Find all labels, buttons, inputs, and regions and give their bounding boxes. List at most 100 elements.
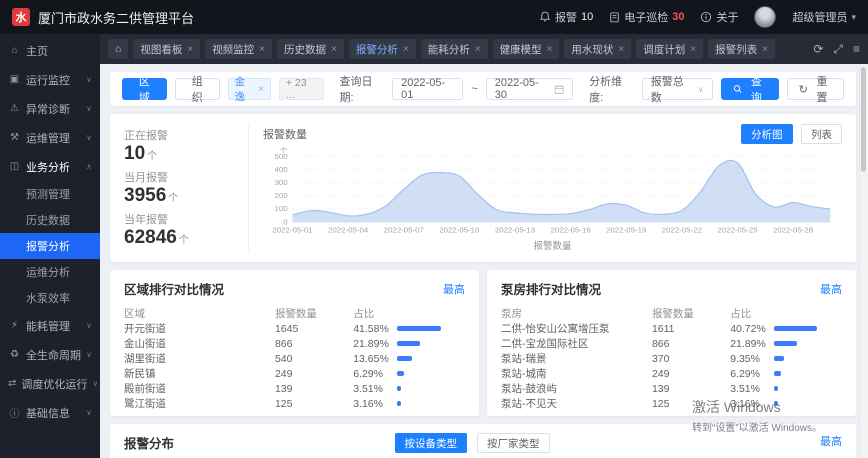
region-filter-button[interactable]: 区域 xyxy=(122,76,167,104)
submenu-history-data[interactable]: 历史数据 xyxy=(0,207,100,233)
close-icon[interactable]: × xyxy=(331,44,337,55)
tabbar-tools: ⟳ ⤢ ≡ xyxy=(813,42,860,57)
table-row[interactable]: 鹭江街道 125 3.16% xyxy=(124,396,465,411)
svg-text:2022-05-01: 2022-05-01 xyxy=(272,226,312,235)
chevron-down-icon: ∨ xyxy=(86,133,92,142)
percent-bar xyxy=(774,326,817,331)
chart-view-button[interactable]: 分析图 xyxy=(741,124,793,144)
submenu-alarm-analysis[interactable]: 报警分析 xyxy=(0,233,100,259)
close-icon[interactable]: × xyxy=(690,44,696,55)
search-button[interactable]: 查询 xyxy=(720,76,779,104)
tab-history-data[interactable]: 历史数据 × xyxy=(277,39,344,59)
avatar[interactable] xyxy=(754,6,777,28)
more-tags-badge[interactable]: + 23 ... xyxy=(278,77,324,101)
reset-button[interactable]: ↻ 重置 xyxy=(786,76,845,104)
table-row[interactable]: 二供-宝龙国际社区 866 21.89% xyxy=(501,336,842,351)
fullscreen-icon[interactable]: ⤢ xyxy=(833,42,843,57)
svg-text:2022-05-19: 2022-05-19 xyxy=(606,226,646,235)
tab-video-monitoring[interactable]: 视频监控 × xyxy=(205,39,273,59)
about-button[interactable]: 关于 xyxy=(700,9,738,25)
patrol-indicator[interactable]: 电子巡检 30 xyxy=(609,9,684,25)
user-menu[interactable]: 超级管理员 ▾ xyxy=(792,9,856,25)
column-header: 占比 xyxy=(353,308,375,320)
submenu-forecast-management[interactable]: 预测管理 xyxy=(0,181,100,207)
close-icon[interactable]: × xyxy=(547,44,553,55)
tab-alarm-analysis[interactable]: 报警分析 × xyxy=(348,39,416,59)
user-name: 超级管理员 xyxy=(792,12,848,24)
sidebar: ⌂ 主页 ▣ 运行监控 ∨ ⚠ 异常诊断 ∨ ⚒ 运维管理 ∨ ◫ 业务分析 ∧ xyxy=(0,34,100,458)
sidebar-item-lifecycle[interactable]: ♻ 全生命周期 ∨ xyxy=(0,340,100,369)
tab-alarm-list[interactable]: 报警列表 × xyxy=(708,39,775,59)
close-icon[interactable]: × xyxy=(403,44,409,55)
close-icon[interactable]: × xyxy=(762,44,768,55)
scrollbar-thumb[interactable] xyxy=(861,67,866,172)
refresh-icon[interactable]: ⟳ xyxy=(813,42,823,57)
selected-region-tag[interactable]: 金逸 × xyxy=(227,76,271,103)
by-device-type-button[interactable]: 按设备类型 xyxy=(394,433,467,453)
region-ranking-link[interactable]: 最高 xyxy=(443,281,465,297)
sidebar-item-dispatch-optimization[interactable]: ⇄ 调度优化运行 ∨ xyxy=(0,369,100,398)
end-date-input[interactable]: 2022-05-30 xyxy=(485,77,574,101)
close-icon[interactable]: × xyxy=(258,84,264,95)
chevron-down-icon: ∨ xyxy=(86,104,92,113)
sidebar-item-diagnosis[interactable]: ⚠ 异常诊断 ∨ xyxy=(0,94,100,123)
alarm-distribution-title: 报警分布 xyxy=(124,437,175,451)
tab-water-usage[interactable]: 用水现状 × xyxy=(564,39,632,59)
by-vendor-type-button[interactable]: 按厂家类型 xyxy=(477,433,550,453)
vertical-scrollbar[interactable] xyxy=(859,64,868,458)
org-filter-button[interactable]: 组织 xyxy=(174,76,220,104)
table-row[interactable]: 殿前街道 139 3.51% xyxy=(124,381,465,396)
svg-text:2022-05-16: 2022-05-16 xyxy=(551,226,591,235)
table-row[interactable]: 开元街道 1645 41.58% xyxy=(124,321,465,336)
svg-text:2022-05-13: 2022-05-13 xyxy=(495,226,535,235)
chevron-down-icon: ∨ xyxy=(86,350,92,359)
sidebar-item-ops-management[interactable]: ⚒ 运维管理 ∨ xyxy=(0,123,100,152)
table-row[interactable]: 泵站-城南 249 6.29% xyxy=(501,366,842,381)
svg-text:个: 个 xyxy=(280,146,288,155)
table-row[interactable]: 湖里街道 540 13.65% xyxy=(124,351,465,366)
table-row[interactable]: 二供-怡安山公寓增压泵 1611 40.72% xyxy=(501,321,842,336)
svg-text:2022-05-28: 2022-05-28 xyxy=(773,226,813,235)
sidebar-item-home[interactable]: ⌂ 主页 xyxy=(0,36,100,65)
sidebar-item-monitoring[interactable]: ▣ 运行监控 ∨ xyxy=(0,65,100,94)
menu-icon[interactable]: ≡ xyxy=(853,42,860,57)
alarm-distribution-link[interactable]: 最高 xyxy=(820,433,842,449)
svg-text:2022-05-22: 2022-05-22 xyxy=(662,226,702,235)
submenu-pump-efficiency[interactable]: 水泵效率 xyxy=(0,285,100,311)
table-row[interactable]: 新民镇 249 6.29% xyxy=(124,366,465,381)
column-header: 报警数量 xyxy=(274,308,317,320)
search-icon xyxy=(733,85,742,93)
alarm-indicator[interactable]: 报警 10 xyxy=(539,9,593,25)
patrol-count-badge: 30 xyxy=(672,11,685,23)
close-icon[interactable]: × xyxy=(618,44,624,55)
tab-dispatch-plan[interactable]: 调度计划 × xyxy=(636,39,704,59)
table-header: 区域 报警数量 占比 xyxy=(124,306,465,321)
swap-icon: ⇄ xyxy=(8,378,17,389)
table-row[interactable]: 泵站-鼓浪屿 139 3.51% xyxy=(501,381,842,396)
close-icon[interactable]: × xyxy=(475,44,481,55)
list-view-button[interactable]: 列表 xyxy=(801,124,842,144)
tab-energy-analysis[interactable]: 能耗分析 × xyxy=(420,39,488,59)
app-window: 水 厦门市政水务二供管理平台 报警 10 电子巡检 30 关于 超级管理员 ▾ xyxy=(0,0,868,458)
logo-glyph: 水 xyxy=(15,12,27,24)
sidebar-item-business-analysis[interactable]: ◫ 业务分析 ∧ xyxy=(0,152,100,181)
start-date-input[interactable]: 2022-05-01 xyxy=(392,77,464,101)
ranking-section: 区域排行对比情况 最高 区域 报警数量 占比 开元街道 1645 41.58% xyxy=(110,270,856,416)
column-header: 泵房 xyxy=(501,308,522,320)
close-icon[interactable]: × xyxy=(259,44,265,55)
table-row[interactable]: 泵站-不见天 125 3.16% xyxy=(501,396,842,411)
table-row[interactable]: 金山街道 866 21.89% xyxy=(124,336,465,351)
sidebar-item-energy[interactable]: ⚡ 能耗管理 ∨ xyxy=(0,311,100,340)
submenu-ops-analysis[interactable]: 运维分析 xyxy=(0,259,100,285)
table-row[interactable]: 泵站-瑞景 370 9.35% xyxy=(501,351,842,366)
tab-health-model[interactable]: 健康模型 × xyxy=(492,39,560,59)
pump-ranking-link[interactable]: 最高 xyxy=(820,281,842,297)
tab-view-board[interactable]: 视图看板 × xyxy=(133,39,201,59)
sidebar-item-basic-info[interactable]: ⓘ 基础信息 ∨ xyxy=(0,398,100,427)
wrench-icon: ⚒ xyxy=(10,132,19,143)
dimension-select[interactable]: 报警总数 ∨ xyxy=(641,76,713,104)
percent-bar xyxy=(397,371,404,376)
dimension-label: 分析维度: xyxy=(589,76,623,104)
tab-home[interactable]: ⌂ xyxy=(108,39,129,59)
close-icon[interactable]: × xyxy=(187,44,193,55)
